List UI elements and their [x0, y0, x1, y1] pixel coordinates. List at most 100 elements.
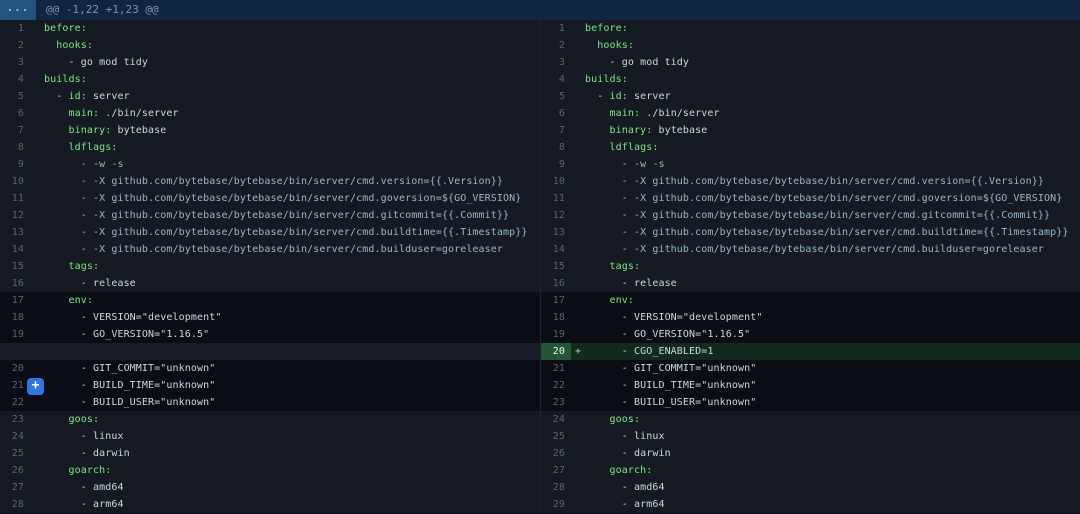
line-number[interactable]: 8 — [541, 139, 571, 156]
diff-marker — [30, 309, 44, 326]
line-number[interactable]: 18 — [0, 309, 30, 326]
code-line: hooks: — [585, 37, 634, 54]
line-number[interactable]: 13 — [541, 224, 571, 241]
diff-marker — [30, 394, 44, 411]
code-token: - -X github.com/bytebase/bytebase/bin/se… — [44, 210, 509, 221]
line-number[interactable]: 6 — [0, 105, 30, 122]
line-number[interactable]: 4 — [541, 71, 571, 88]
line-number[interactable]: 24 — [541, 411, 571, 428]
line-number[interactable]: 17 — [541, 292, 571, 309]
code-line: - -X github.com/bytebase/bytebase/bin/se… — [585, 207, 1050, 224]
line-number[interactable]: 10 — [541, 173, 571, 190]
line-number[interactable]: 1 — [541, 20, 571, 37]
line-number[interactable]: 5 — [0, 88, 30, 105]
line-number[interactable]: 12 — [0, 207, 30, 224]
diff-row: 15 tags: — [541, 258, 1080, 275]
code-token: bytebase — [111, 125, 166, 136]
code-token: - VERSION="development" — [44, 312, 222, 323]
line-number[interactable]: 7 — [541, 122, 571, 139]
line-number[interactable]: 15 — [541, 258, 571, 275]
line-number[interactable]: 27 — [541, 462, 571, 479]
line-number[interactable]: 21 — [0, 377, 30, 394]
code-line: - VERSION="development" — [44, 309, 222, 326]
code-token: tags: — [585, 261, 640, 272]
code-token: - VERSION="development" — [585, 312, 763, 323]
line-number[interactable]: 17 — [0, 292, 30, 309]
code-line: main: ./bin/server — [44, 105, 179, 122]
line-number[interactable]: 2 — [0, 37, 30, 54]
code-token — [585, 125, 609, 136]
line-number[interactable]: 16 — [541, 275, 571, 292]
line-number[interactable]: 14 — [0, 241, 30, 258]
line-number[interactable]: 28 — [541, 479, 571, 496]
line-number[interactable]: 23 — [541, 394, 571, 411]
line-number[interactable]: 22 — [0, 394, 30, 411]
code-token: - GO_VERSION="1.16.5" — [585, 329, 750, 340]
line-number[interactable]: 26 — [541, 445, 571, 462]
line-number[interactable]: 20 — [541, 343, 571, 360]
line-number[interactable]: 27 — [0, 479, 30, 496]
code-token — [585, 108, 609, 119]
code-line: - amd64 — [44, 479, 124, 496]
split-diff-view: ··· @@ -1,22 +1,23 @@ 1before:2 hooks:3 … — [0, 0, 1080, 514]
code-token — [44, 108, 68, 119]
line-number[interactable]: 1 — [0, 20, 30, 37]
diff-marker — [30, 88, 44, 105]
diff-row: 13 - -X github.com/bytebase/bytebase/bin… — [541, 224, 1080, 241]
line-number[interactable]: 11 — [541, 190, 571, 207]
code-line: - -w -s — [44, 156, 124, 173]
line-number[interactable]: 13 — [0, 224, 30, 241]
line-number[interactable]: 18 — [541, 309, 571, 326]
diff-marker — [30, 479, 44, 496]
diff-rows-new: 1before:2 hooks:3 - go mod tidy4builds:5… — [541, 20, 1080, 513]
code-line: env: — [44, 292, 93, 309]
line-number[interactable]: 19 — [541, 326, 571, 343]
line-number[interactable]: 6 — [541, 105, 571, 122]
line-number[interactable]: 22 — [541, 377, 571, 394]
line-number[interactable]: 5 — [541, 88, 571, 105]
line-number[interactable]: 10 — [0, 173, 30, 190]
diff-row: 19 - GO_VERSION="1.16.5" — [541, 326, 1080, 343]
line-number[interactable]: 21 — [541, 360, 571, 377]
addition-marker: + — [571, 343, 585, 360]
diff-row: 4builds: — [0, 71, 540, 88]
line-number[interactable]: 7 — [0, 122, 30, 139]
line-number[interactable]: 23 — [0, 411, 30, 428]
line-number[interactable]: 25 — [0, 445, 30, 462]
line-number[interactable]: 12 — [541, 207, 571, 224]
line-number[interactable]: 29 — [541, 496, 571, 513]
diff-marker — [30, 326, 44, 343]
line-number[interactable]: 25 — [541, 428, 571, 445]
line-number[interactable]: 9 — [0, 156, 30, 173]
code-token: - GO_VERSION="1.16.5" — [44, 329, 209, 340]
diff-pane-new: 1before:2 hooks:3 - go mod tidy4builds:5… — [540, 20, 1080, 513]
diff-row: 1before: — [0, 20, 540, 37]
code-token: goarch: — [585, 465, 652, 476]
line-number[interactable]: 8 — [0, 139, 30, 156]
line-number[interactable]: 11 — [0, 190, 30, 207]
line-number[interactable]: 3 — [541, 54, 571, 71]
line-number[interactable]: 19 — [0, 326, 30, 343]
code-token: - BUILD_USER="unknown" — [585, 397, 756, 408]
code-token: - arm64 — [585, 499, 665, 510]
line-number[interactable]: 28 — [0, 496, 30, 513]
line-number[interactable]: 16 — [0, 275, 30, 292]
line-number[interactable]: 26 — [0, 462, 30, 479]
code-token: binary: — [68, 125, 111, 136]
line-number[interactable]: 3 — [0, 54, 30, 71]
line-number[interactable]: 15 — [0, 258, 30, 275]
code-line: - GO_VERSION="1.16.5" — [585, 326, 750, 343]
expand-diff-button[interactable]: ··· — [0, 0, 36, 20]
diff-marker — [30, 275, 44, 292]
code-line: - -X github.com/bytebase/bytebase/bin/se… — [44, 224, 528, 241]
line-number[interactable]: 2 — [541, 37, 571, 54]
line-number[interactable]: 14 — [541, 241, 571, 258]
diff-marker — [30, 445, 44, 462]
diff-marker — [30, 71, 44, 88]
line-number[interactable]: 4 — [0, 71, 30, 88]
add-comment-button[interactable]: + — [27, 378, 44, 395]
line-number[interactable]: 20 — [0, 360, 30, 377]
diff-row: 23 - BUILD_USER="unknown" — [541, 394, 1080, 411]
line-number[interactable]: 9 — [541, 156, 571, 173]
line-number[interactable]: 24 — [0, 428, 30, 445]
